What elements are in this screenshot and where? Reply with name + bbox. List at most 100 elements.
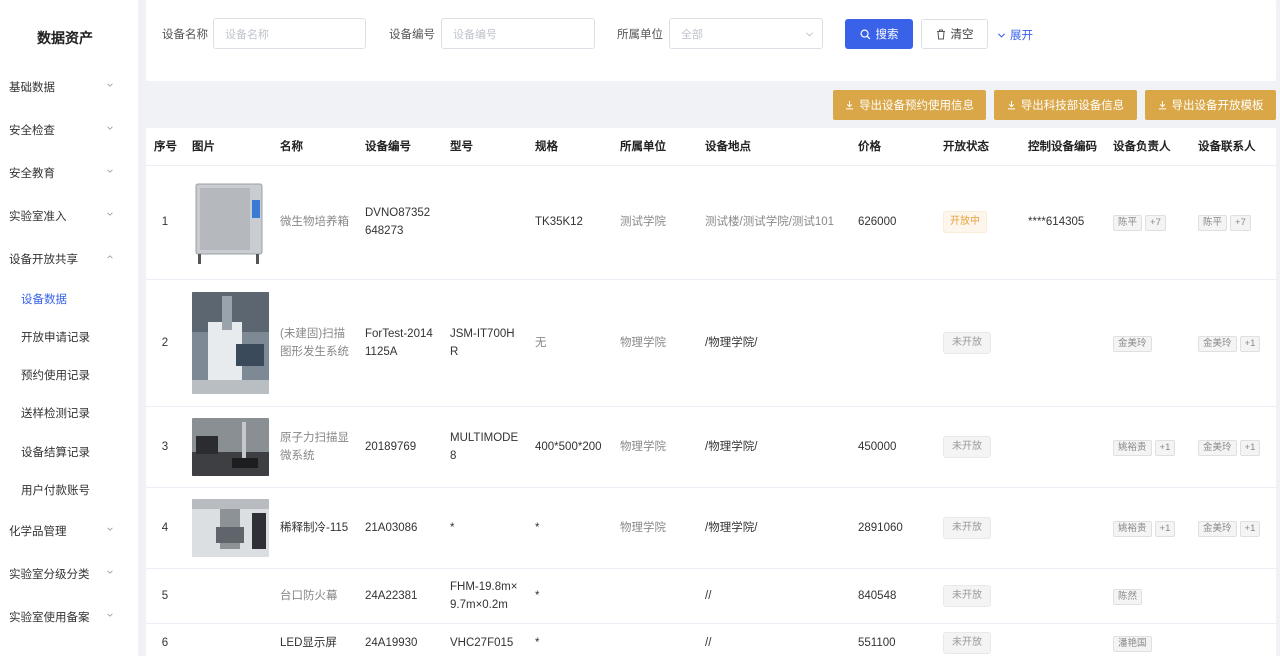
more-chip[interactable]: +1 [1154,520,1176,537]
cell-contact: 金美玲 +1 [1190,487,1276,569]
cell-model [442,165,527,280]
status-badge: 未开放 [943,331,991,354]
cell-code: 24A22381 [357,568,442,624]
cell-owner: 陈然 [1105,568,1190,624]
unit-select[interactable]: 全部 [669,18,823,49]
cell-status: 未开放 [935,406,1020,488]
col-header-control-code: 控制设备编码 [1020,128,1105,166]
table-row[interactable]: 5 台口防火幕 24A22381 FHM-19.8m×9.7m×0.2m * /… [146,568,1276,624]
export-button-label: 导出科技部设备信息 [1020,100,1125,112]
search-icon [860,29,870,39]
col-header-name: 名称 [272,128,357,166]
submenu-open-application[interactable]: 开放申请记录 [0,327,132,347]
sidebar: 数据资产 基础数据 安全检查 安全教育 实验室准入 设备开放共享 设备数据 开放… [0,0,138,656]
cell-control-code [1020,623,1105,656]
export-reservation-button[interactable]: 导出设备预约使用信息 [833,90,986,120]
name-input[interactable]: 设备名称 [213,18,366,49]
more-chip[interactable]: +7 [1230,215,1251,231]
cell-owner: 金美玲 [1105,279,1190,407]
more-chip[interactable]: +1 [1239,439,1261,456]
col-header-model: 型号 [442,128,527,166]
cell-index: 3 [146,406,184,488]
search-button-label: 搜索 [875,29,899,41]
table-row[interactable]: 6 LED显示屏 24A19930 VHC27F015 * // 551100 … [146,623,1276,656]
menu-chemicals[interactable]: 化学品管理 [0,521,132,541]
sidebar-title: 数据资产 [37,30,93,46]
person-chip: 陈平 [1198,215,1228,231]
cell-index: 5 [146,568,184,624]
clear-button[interactable]: 清空 [921,19,988,49]
submenu-settlement[interactable]: 设备结算记录 [0,442,132,462]
table-row[interactable]: 2 (未建固)扫描图形发生系统 ForTest-20141125A JSM-IT… [146,279,1276,407]
equipment-photo [192,178,268,266]
cell-name: LED显示屏 [272,623,357,656]
cell-control-code [1020,279,1105,407]
chevron-down-icon [107,527,113,531]
download-icon [1158,100,1166,110]
cell-spec: * [527,568,612,624]
more-chip[interactable]: +1 [1154,439,1176,456]
cell-code: 24A19930 [357,623,442,656]
export-open-template-button[interactable]: 导出设备开放模板 [1145,90,1276,120]
person-chip: 姚裕贵 [1113,520,1152,537]
submenu-sample-test[interactable]: 送样检测记录 [0,403,132,423]
menu-label: 基础数据 [9,82,55,94]
cell-status: 未开放 [935,623,1020,656]
expand-link[interactable]: 展开 [997,27,1033,43]
more-chip[interactable]: +7 [1145,215,1166,231]
cell-contact: 陈平 +7 [1190,165,1276,280]
submenu-payment-account[interactable]: 用户付款账号 [0,480,132,500]
col-header-owner: 设备负责人 [1105,128,1190,166]
name-label: 设备名称 [162,29,208,41]
menu-lab-classification[interactable]: 实验室分级分类 [0,564,132,584]
cell-code: DVNO87352648273 [357,165,442,280]
cell-location: /物理学院/ [697,279,850,407]
chevron-up-icon [107,255,113,259]
cell-owner: 潘艳国 [1105,623,1190,656]
search-button[interactable]: 搜索 [845,19,913,49]
cell-name: 原子力扫描显微系统 [272,406,357,488]
cell-name: 微生物培养箱 [272,165,357,280]
table-row[interactable]: 1 微生物培养箱 DVNO87352648273 TK35K12 测试学院 测试… [146,165,1276,280]
more-chip[interactable]: +1 [1239,335,1261,352]
cell-image [184,487,272,569]
menu-lab-access[interactable]: 实验室准入 [0,206,132,226]
col-header-price: 价格 [850,128,935,166]
table-row[interactable]: 4 稀释制冷-115 21A03086 * * 物理学院 /物理学院/ 2891… [146,487,1276,569]
cell-spec: * [527,623,612,656]
cell-name: (未建固)扫描图形发生系统 [272,279,357,407]
export-button-label: 导出设备开放模板 [1171,100,1264,112]
export-button-label: 导出设备预约使用信息 [859,100,974,112]
cell-contact: 金美玲 +1 [1190,279,1276,407]
cell-price: 2891060 [850,487,935,569]
trash-icon [936,29,945,39]
more-chip[interactable]: +1 [1239,520,1261,537]
cell-control-code [1020,487,1105,569]
export-tech-ministry-button[interactable]: 导出科技部设备信息 [994,90,1137,120]
equipment-table: 序号 图片 名称 设备编号 型号 规格 所属单位 设备地点 价格 开放状态 控制… [146,128,1276,656]
cell-index: 1 [146,165,184,280]
menu-safety-check[interactable]: 安全检查 [0,120,132,140]
submenu-equipment-data[interactable]: 设备数据 [0,289,132,309]
menu-equipment-sharing[interactable]: 设备开放共享 [0,249,132,269]
menu-safety-education[interactable]: 安全教育 [0,163,132,183]
code-input[interactable]: 设备编号 [441,18,595,49]
cell-spec: * [527,487,612,569]
cell-model: VHC27F015 [442,623,527,656]
clear-button-label: 清空 [950,29,974,41]
cell-status: 开放中 [935,165,1020,280]
cell-contact [1190,568,1276,624]
cell-code: 21A03086 [357,487,442,569]
person-chip: 陈然 [1113,588,1143,605]
expand-link-label: 展开 [1010,30,1033,42]
cell-model: FHM-19.8m×9.7m×0.2m [442,568,527,624]
menu-basic-data[interactable]: 基础数据 [0,77,132,97]
chevron-down-icon [107,613,113,617]
menu-lab-filing[interactable]: 实验室使用备案 [0,607,132,627]
cell-price: 626000 [850,165,935,280]
cell-model: * [442,487,527,569]
menu-label: 安全检查 [9,125,55,137]
submenu-reservation[interactable]: 预约使用记录 [0,365,132,385]
col-header-status: 开放状态 [935,128,1020,166]
table-row[interactable]: 3 原子力扫描显微系统 20189769 MULTIMODE8 400*500*… [146,406,1276,488]
